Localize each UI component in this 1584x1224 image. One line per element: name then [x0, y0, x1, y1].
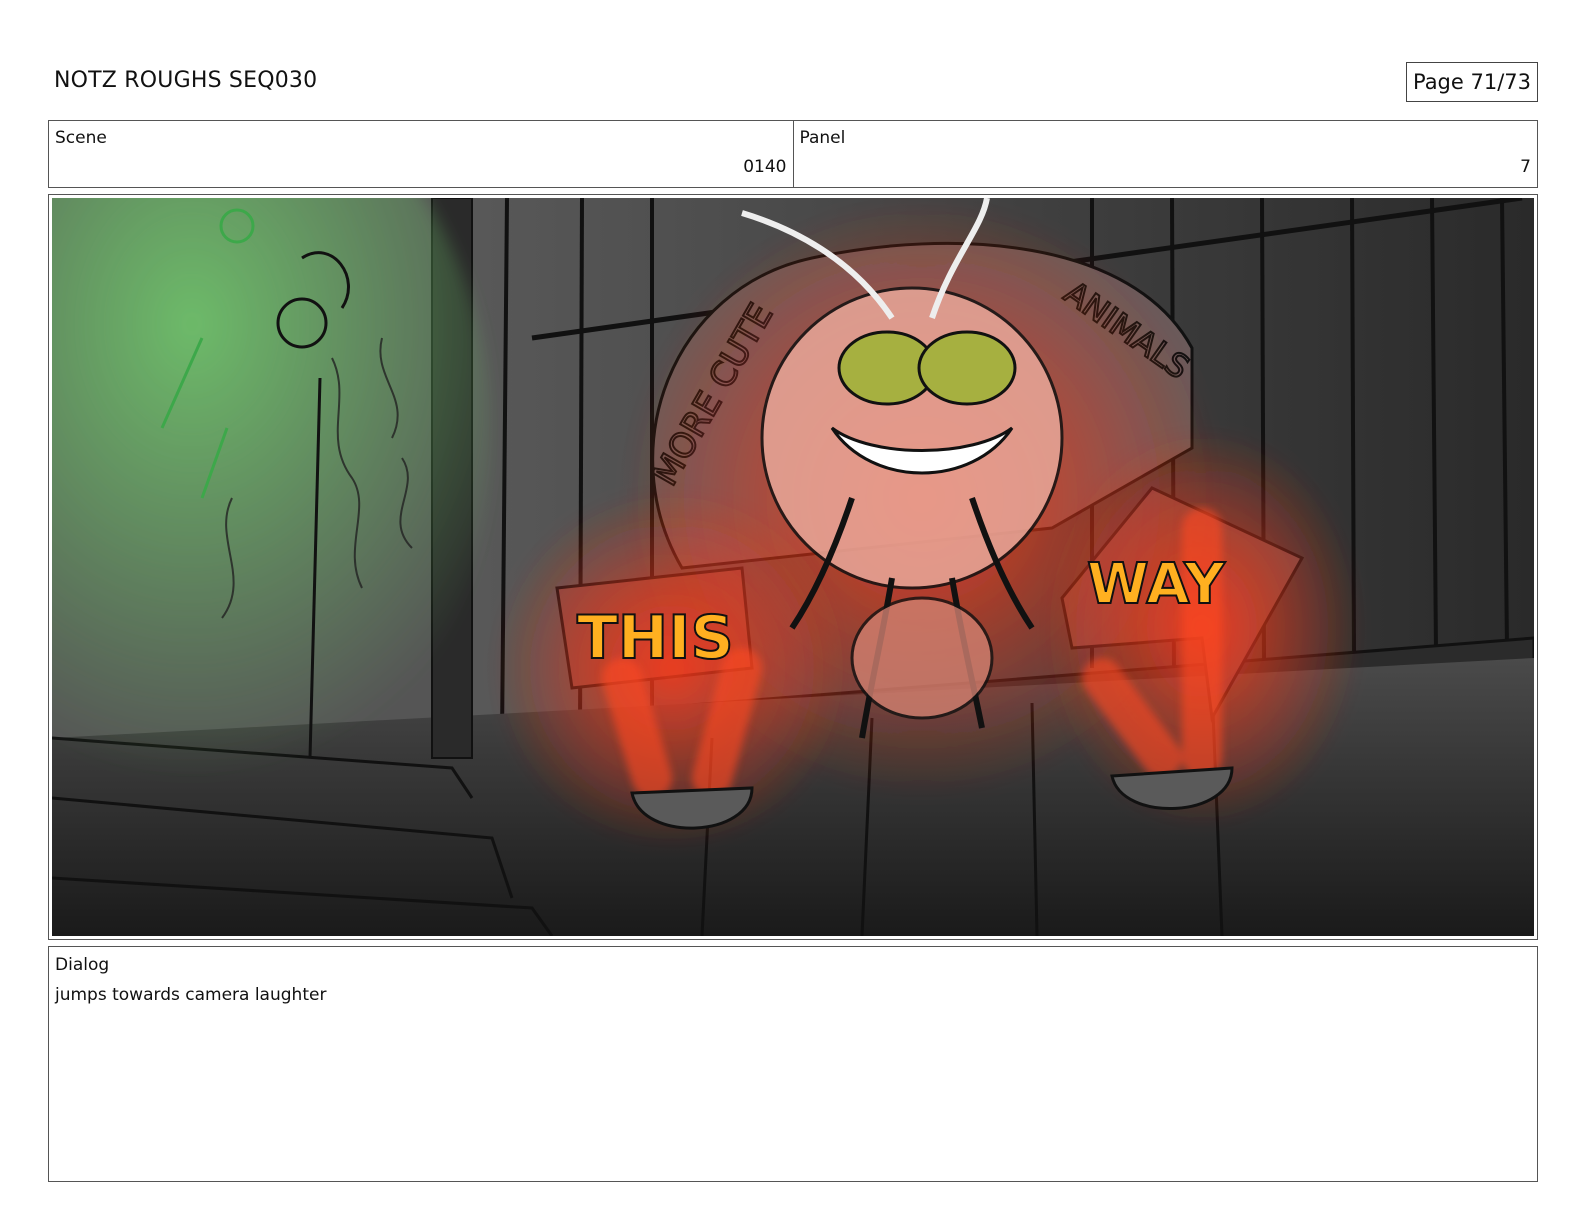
dialog-box: Dialog jumps towards camera laughter — [48, 946, 1538, 1182]
sketch-sign-this: THIS — [577, 603, 734, 673]
panel-number: 7 — [1520, 157, 1531, 177]
dialog-text: jumps towards camera laughter — [55, 985, 327, 1005]
scene-cell: Scene 0140 — [49, 121, 794, 187]
scene-panel-row: Scene 0140 Panel 7 — [48, 120, 1538, 188]
page-number: Page 71/73 — [1406, 62, 1538, 102]
storyboard-frame: MORE CUTE ANIMALS THIS WAY — [52, 198, 1534, 936]
storyboard-title: NOTZ ROUGHS SEQ030 — [54, 68, 318, 93]
dialog-label: Dialog — [55, 955, 110, 975]
storyboard-sketch: MORE CUTE ANIMALS THIS WAY — [52, 198, 1534, 936]
scene-number: 0140 — [743, 157, 787, 177]
sketch-sign-way: WAY — [1087, 552, 1226, 617]
panel-cell: Panel 7 — [794, 121, 1538, 187]
scene-label: Scene — [55, 128, 107, 148]
panel-label: Panel — [799, 128, 846, 148]
